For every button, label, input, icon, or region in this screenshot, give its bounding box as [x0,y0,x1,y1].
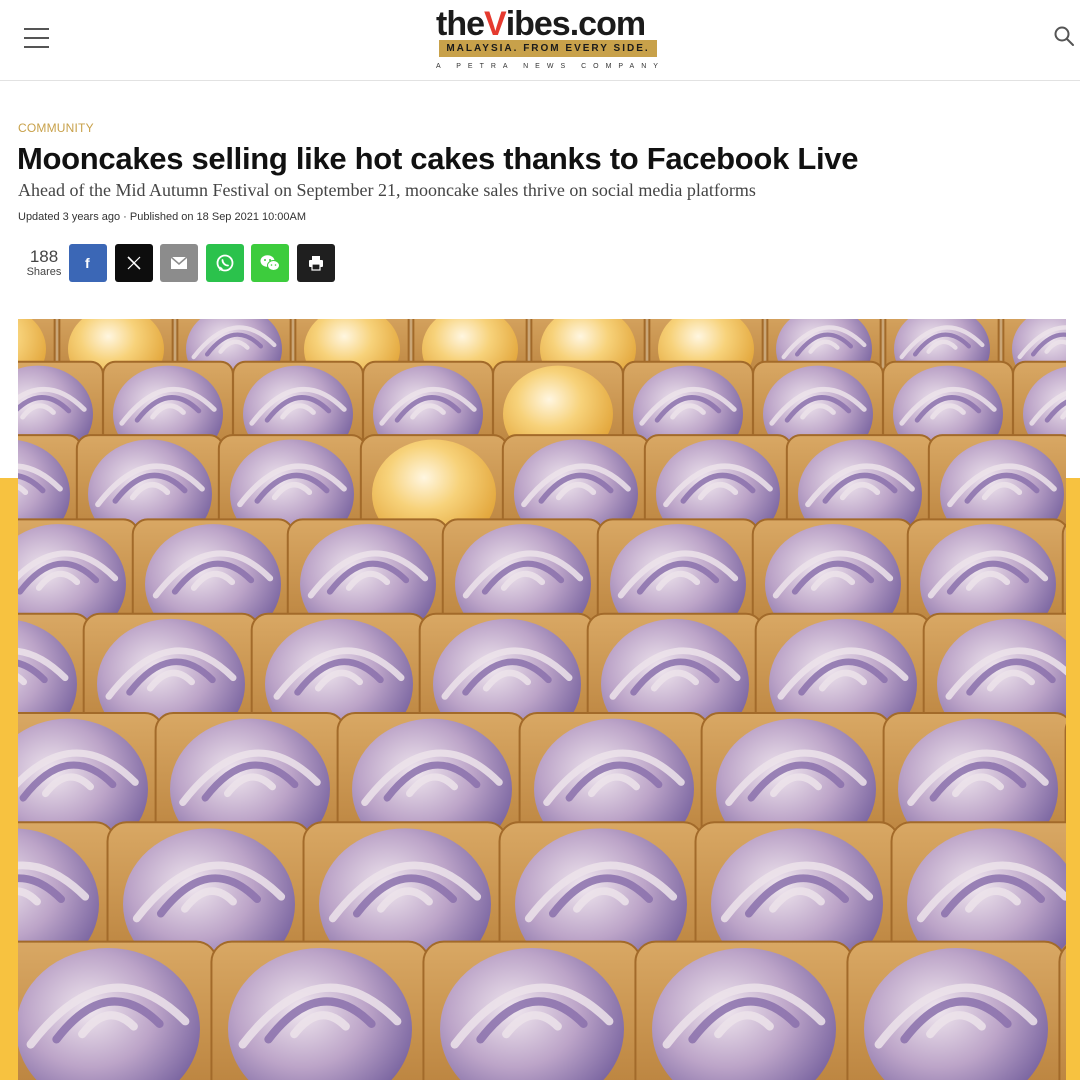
share-count: 188 Shares [24,247,64,279]
wechat-icon [260,255,280,271]
x-share-button[interactable] [115,244,153,282]
print-button[interactable] [297,244,335,282]
print-icon [309,256,323,271]
share-count-number: 188 [29,247,59,266]
x-icon [127,256,141,270]
whatsapp-share-button[interactable] [206,244,244,282]
logo-tagline: MALAYSIA. FROM EVERY SIDE. [439,40,657,57]
article-title: Mooncakes selling like hot cakes thanks … [17,141,859,176]
facebook-share-button[interactable]: f [69,244,107,282]
email-icon [170,256,188,269]
whatsapp-icon [216,254,234,272]
logo-ibes: ibes.com [505,5,646,43]
logo-company: A PETRA NEWS COMPANY [436,63,665,70]
wechat-share-button[interactable] [251,244,289,282]
mooncake-tray [1058,945,1066,1080]
article-dateline: Updated 3 years ago · Published on 18 Se… [18,211,307,223]
logo-v: V [484,5,507,43]
search-icon[interactable] [1053,25,1075,47]
hamburger-menu-icon[interactable] [24,28,49,50]
email-share-button[interactable] [160,244,198,282]
article-category[interactable]: COMMUNITY [18,121,94,135]
site-header: theVibes.com MALAYSIA. FROM EVERY SIDE. … [0,0,1080,81]
share-count-label: Shares [26,266,62,278]
hero-image [18,319,1066,1080]
article-subtitle: Ahead of the Mid Autumn Festival on Sept… [18,180,756,200]
site-logo[interactable]: theVibes.com MALAYSIA. FROM EVERY SIDE. … [436,6,661,74]
logo-the: the [436,5,485,43]
svg-text:f: f [85,255,90,271]
mooncake-grid [18,319,1066,1080]
facebook-icon: f [85,255,90,271]
